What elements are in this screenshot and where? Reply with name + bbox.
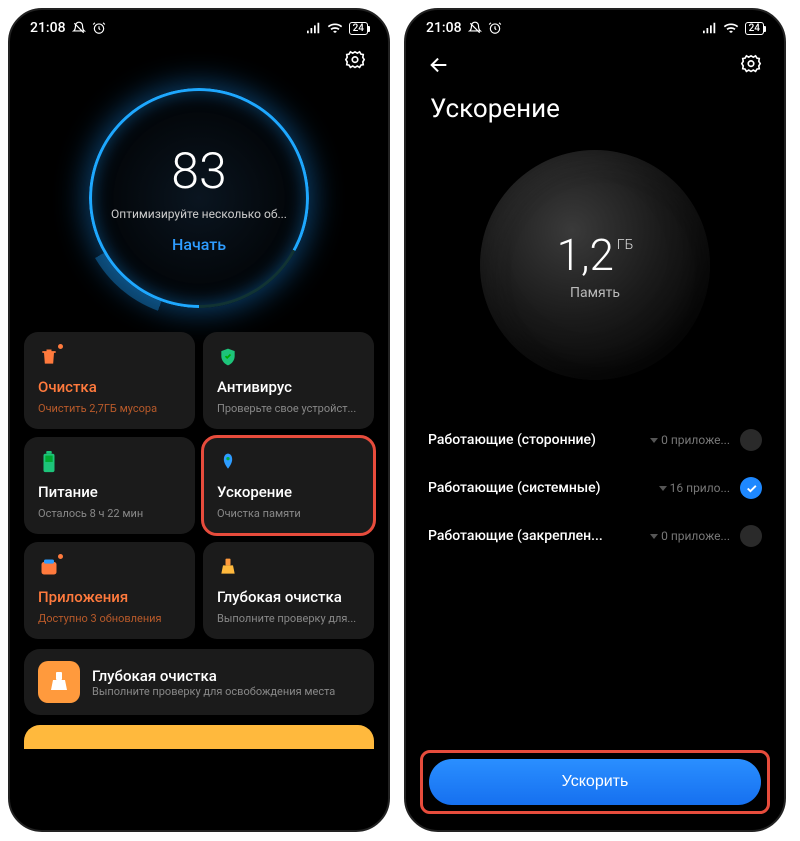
signal-icon <box>307 22 321 34</box>
tile-boost[interactable]: Ускорение Очистка памяти <box>203 437 374 534</box>
memory-label: Память <box>570 285 620 301</box>
tile-apps[interactable]: Приложения Доступно 3 обновления <box>24 542 195 639</box>
list-row-locked[interactable]: Работающие (закреплен... 0 приложе... <box>426 512 764 560</box>
checkbox[interactable] <box>740 525 762 547</box>
row-label: Работающие (сторонние) <box>428 432 650 448</box>
page-title: Ускорение <box>406 76 784 130</box>
dnd-icon <box>468 21 482 35</box>
memory-section: 1,2 ГБ Память <box>406 130 784 410</box>
row-count: 0 приложе... <box>650 433 730 447</box>
settings-icon[interactable] <box>344 50 366 72</box>
row-label: Работающие (закреплен... <box>428 528 650 544</box>
score-value: 83 <box>111 143 287 201</box>
battery-indicator: 24 <box>349 22 368 35</box>
tile-label: Питание <box>38 483 181 501</box>
memory-circle: 1,2 ГБ Память <box>480 150 710 380</box>
row-count: 16 прило... <box>659 481 730 495</box>
list-row-thirdparty[interactable]: Работающие (сторонние) 0 приложе... <box>426 416 764 464</box>
score-ring[interactable]: 83 Оптимизируйте несколько об... Начать <box>79 78 319 318</box>
battery-icon <box>38 451 60 473</box>
wifi-icon <box>723 22 739 34</box>
topbar <box>10 40 388 72</box>
phone-security-app: 21:08 24 83 Оптимизируйте несколько об..… <box>8 8 390 832</box>
running-apps-list: Работающие (сторонние) 0 приложе... Рабо… <box>406 410 784 566</box>
bottom-banner[interactable] <box>24 725 374 749</box>
alarm-icon <box>92 21 106 35</box>
tile-sub: Доступно 3 обновления <box>38 612 181 625</box>
trash-icon <box>38 346 60 368</box>
list-row-system[interactable]: Работающие (системные) 16 прило... <box>426 464 764 512</box>
bottom-card-deepclean[interactable]: Глубокая очистка Выполните проверку для … <box>24 649 374 715</box>
tile-sub: Очистить 2,7ГБ мусора <box>38 402 181 415</box>
bottom-card-sub: Выполните проверку для освобождения мест… <box>92 685 360 698</box>
tile-battery[interactable]: Питание Осталось 8 ч 22 мин <box>24 437 195 534</box>
score-hint: Оптимизируйте несколько об... <box>111 207 287 221</box>
alarm-icon <box>488 21 502 35</box>
tile-cleaner[interactable]: Очистка Очистить 2,7ГБ мусора <box>24 332 195 429</box>
row-label: Работающие (системные) <box>428 480 659 496</box>
chevron-down-icon <box>650 438 658 443</box>
brush-icon <box>217 556 239 578</box>
status-time: 21:08 <box>30 20 66 36</box>
memory-unit: ГБ <box>617 237 634 253</box>
dnd-icon <box>72 21 86 35</box>
row-count: 0 приложе... <box>650 529 730 543</box>
tile-sub: Выполните проверку для... <box>217 612 360 625</box>
score-section: 83 Оптимизируйте несколько об... Начать <box>10 72 388 332</box>
tile-label: Очистка <box>38 378 181 396</box>
back-icon[interactable] <box>428 54 450 76</box>
tile-antivirus[interactable]: Антивирус Проверьте свое устройст... <box>203 332 374 429</box>
boost-button-highlight: Ускорить <box>420 750 770 814</box>
rocket-icon <box>217 451 239 473</box>
tiles-grid: Очистка Очистить 2,7ГБ мусора Антивирус … <box>10 332 388 639</box>
tile-sub: Проверьте свое устройст... <box>217 402 360 415</box>
tile-sub: Осталось 8 ч 22 мин <box>38 507 181 520</box>
app-icon <box>38 556 60 578</box>
wifi-icon <box>327 22 343 34</box>
boost-button[interactable]: Ускорить <box>429 759 761 805</box>
checkbox[interactable] <box>740 429 762 451</box>
brush-icon <box>38 661 80 703</box>
tile-label: Антивирус <box>217 378 360 396</box>
settings-icon[interactable] <box>740 54 762 76</box>
status-bar: 21:08 24 <box>10 10 388 40</box>
phone-boost-screen: 21:08 24 Ускорение 1,2 ГБ Память Раб <box>404 8 786 832</box>
checkbox-checked[interactable] <box>740 477 762 499</box>
chevron-down-icon <box>659 486 667 491</box>
battery-indicator: 24 <box>745 22 764 35</box>
tile-label: Приложения <box>38 588 181 606</box>
topbar <box>406 40 784 76</box>
chevron-down-icon <box>650 534 658 539</box>
tile-label: Глубокая очистка <box>217 588 360 606</box>
shield-icon <box>217 346 239 368</box>
status-bar: 21:08 24 <box>406 10 784 40</box>
status-time: 21:08 <box>426 20 462 36</box>
bottom-card-title: Глубокая очистка <box>92 667 360 685</box>
tile-sub: Очистка памяти <box>217 507 360 520</box>
signal-icon <box>703 22 717 34</box>
tile-label: Ускорение <box>217 483 360 501</box>
memory-value: 1,2 <box>557 229 614 281</box>
start-button[interactable]: Начать <box>111 235 287 254</box>
tile-deepclean[interactable]: Глубокая очистка Выполните проверку для.… <box>203 542 374 639</box>
